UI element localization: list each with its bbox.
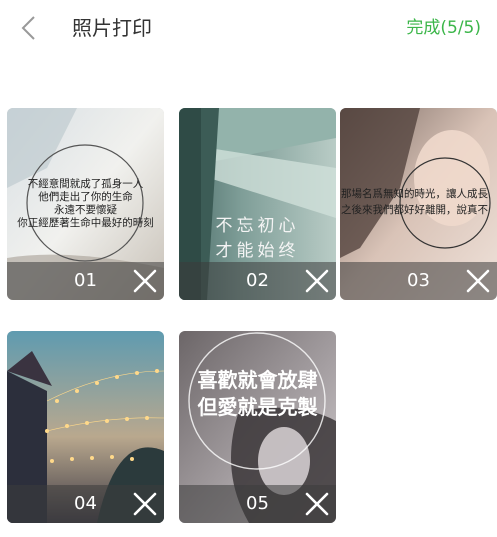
caption-line: 才能始终: [215, 241, 300, 261]
chevron-left-icon: [21, 16, 35, 40]
photo-tile[interactable]: 喜歡就會放肆 但愛就是克製 05: [179, 331, 336, 523]
close-icon: [305, 492, 329, 516]
back-button[interactable]: [14, 13, 44, 43]
close-icon: [466, 269, 490, 293]
caption-line: 那場名爲無知的時光，讓人成長: [341, 188, 488, 200]
caption-line: 不忘初心: [215, 216, 300, 236]
caption-line: 之後來我們都好好離開，說真不: [341, 204, 488, 216]
caption-line: 喜歡就會放肆: [197, 368, 318, 392]
delete-button[interactable]: [132, 491, 158, 517]
caption-line: 永遠不要懷疑: [54, 204, 117, 216]
done-button[interactable]: 完成(5/5): [406, 13, 481, 43]
close-icon: [133, 269, 157, 293]
close-icon: [133, 492, 157, 516]
caption-line: 但愛就是克製: [197, 395, 318, 419]
caption-line: 不經意間就成了孤身一人: [27, 178, 144, 190]
delete-button[interactable]: [304, 268, 330, 294]
delete-button[interactable]: [132, 268, 158, 294]
delete-button[interactable]: [465, 268, 491, 294]
photo-tile[interactable]: 不忘初心 才能始终 02: [179, 108, 336, 300]
caption-line: 他們走出了你的生命: [38, 191, 133, 203]
photo-tile[interactable]: 04: [7, 331, 164, 523]
header-bar: 照片打印 完成(5/5): [0, 0, 497, 60]
caption-line: 你正經歷著生命中最好的時刻: [17, 217, 154, 229]
photo-tile[interactable]: 不經意間就成了孤身一人 他們走出了你的生命 永遠不要懷疑 你正經歷著生命中最好的…: [7, 108, 164, 300]
page-title: 照片打印: [72, 16, 152, 40]
delete-button[interactable]: [304, 491, 330, 517]
close-icon: [305, 269, 329, 293]
photo-tile[interactable]: 那場名爲無知的時光，讓人成長 之後來我們都好好離開，說真不 03: [340, 108, 497, 300]
